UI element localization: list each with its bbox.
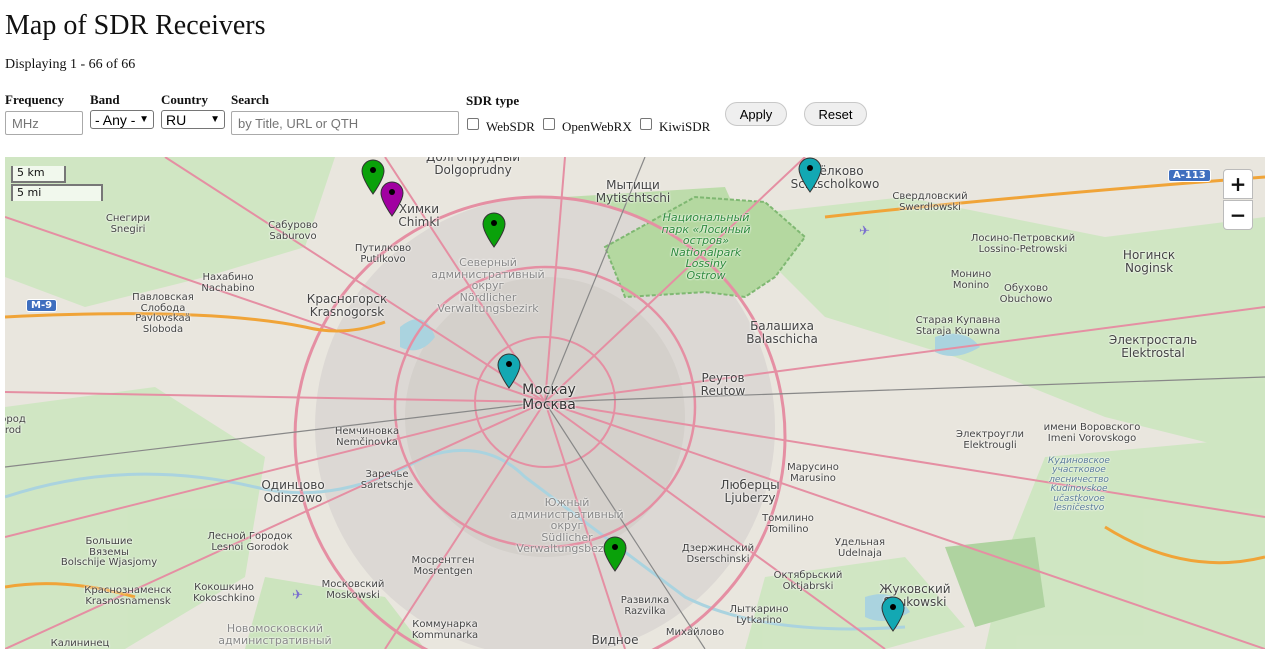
place-label: Снегири Snegiri <box>105 213 151 235</box>
kiwisdr-checkbox[interactable] <box>640 118 652 130</box>
sdr-type-label: SDR type <box>466 93 520 108</box>
sdr-marker-kiwisdr[interactable] <box>602 536 628 572</box>
place-label: Московский Moskowski <box>321 579 385 601</box>
search-label: Search <box>231 92 270 107</box>
place-label: Мосрентген Mosrentgen <box>411 555 475 577</box>
place-label: Красногорск Krasnogorsk <box>306 292 388 319</box>
place-label: Балашиха Balaschicha <box>746 319 818 346</box>
place-label: Томилино Tomilino <box>762 513 814 535</box>
place-label: Марусино Marusino <box>787 462 839 484</box>
place-label: Ногинск Noginsk <box>1122 248 1176 275</box>
reset-button[interactable]: Reset <box>804 102 867 126</box>
page-title: Map of SDR Receivers <box>5 10 266 41</box>
place-label: Старая Купавна Staraja Kupawna <box>915 315 1001 337</box>
place-label: Реутов Reutow <box>700 371 746 398</box>
sdr-marker-openwebrx[interactable] <box>496 353 522 389</box>
sdr-marker-openwebrx[interactable] <box>880 596 906 632</box>
place-label: Новомосковский административный <box>218 622 332 647</box>
chevron-down-icon: ▼ <box>139 114 149 125</box>
scale-km: 5 km <box>11 166 66 183</box>
airport-icon: ✈ <box>859 224 870 239</box>
place-label: Михайлово <box>665 627 725 638</box>
place-label: Лыткарино Lytkarino <box>729 604 789 626</box>
kiwisdr-checkbox-label: KiwiSDR <box>659 119 711 134</box>
place-label: Дзержинский Dserschinski <box>681 543 755 565</box>
place-label: Немчиновка Nemčinovka <box>334 426 400 448</box>
sdr-marker-openwebrx[interactable] <box>797 157 823 193</box>
place-label: Люберцы Ljuberzy <box>720 478 780 505</box>
openwebrx-checkbox[interactable] <box>543 118 555 130</box>
place-label: Видное <box>591 633 639 647</box>
search-input[interactable] <box>231 111 459 135</box>
place-label: Павловская Слобода Pavlovskaä Sloboda <box>132 292 194 335</box>
apply-button[interactable]: Apply <box>725 102 787 126</box>
place-label: Электросталь Elektrostal <box>1108 333 1198 360</box>
zoom-in-button[interactable]: + <box>1223 169 1253 199</box>
map-base-layer <box>5 157 1265 649</box>
place-label: Октябрьский Oktjabrski <box>773 570 843 592</box>
websdr-checkbox-label: WebSDR <box>486 119 535 134</box>
place-label: Северный административный округ Nördlich… <box>431 256 545 316</box>
place-label: Одинцово Odinzowo <box>261 478 325 505</box>
place-label: Калининец <box>50 638 110 649</box>
result-count: Displaying 1 - 66 of 66 <box>5 57 136 72</box>
place-label: Москау Москва <box>522 382 576 413</box>
place-label: Лесной Городок Lesnoi Gorodok <box>207 531 293 553</box>
place-label: Краснознаменск Krasnosnamensk <box>84 585 172 607</box>
map-view[interactable]: Долгопрудный Dolgoprudny Мытищи Mytischt… <box>5 157 1265 649</box>
band-select[interactable]: - Any - ▼ <box>90 110 154 129</box>
place-label: Свердловский Swerdlowski <box>892 191 968 213</box>
band-select-value: - Any - <box>95 111 136 128</box>
place-label: Долгопрудный Dolgoprudny <box>425 157 521 177</box>
place-label: Кокошкино Kokoschkino <box>193 582 255 604</box>
place-label: Электроугли Elektrougli <box>956 429 1024 451</box>
frequency-input[interactable] <box>5 111 83 135</box>
country-select-value: RU <box>166 111 187 128</box>
place-label: Путилково Putilkovo <box>354 243 412 265</box>
road-shield-m9: M-9 <box>26 299 58 312</box>
sdr-marker-kiwisdr[interactable] <box>481 212 507 248</box>
sdr-marker-websdr[interactable] <box>379 181 405 217</box>
place-label: Сабурово Saburovo <box>268 220 318 242</box>
place-label: Большие Вяземы Bolschije Wjasjomy <box>60 536 158 568</box>
place-label: ород rod <box>5 414 26 436</box>
zoom-out-button[interactable]: − <box>1223 200 1253 230</box>
place-label: Развилка Razvilka <box>620 595 670 617</box>
country-label: Country <box>161 92 208 107</box>
country-select[interactable]: RU ▼ <box>161 110 225 129</box>
road-shield-a113: A-113 <box>1168 169 1211 182</box>
place-label: Нахабино Nachabino <box>201 272 255 294</box>
place-label: Обухово Obuchowo <box>999 283 1053 305</box>
place-label: Монино Monino <box>950 269 992 291</box>
place-label: Мытищи Mytischtschi <box>595 178 671 205</box>
websdr-checkbox[interactable] <box>467 118 479 130</box>
band-label: Band <box>90 92 120 107</box>
openwebrx-checkbox-label: OpenWebRX <box>562 119 632 134</box>
place-label: Коммунарка Kommunarka <box>411 619 479 641</box>
place-label: Кудиновское участковое лесничество Kudin… <box>1048 456 1110 514</box>
place-label: Лосино-Петровский Lossino-Petrowski <box>970 233 1076 255</box>
airport-icon: ✈ <box>292 588 303 603</box>
place-label: Национальный парк «Лосиный остров» Natio… <box>661 211 751 282</box>
frequency-label: Frequency <box>5 92 64 107</box>
place-label: имени Воровского Imeni Vorovskogo <box>1043 422 1141 444</box>
chevron-down-icon: ▼ <box>210 114 220 125</box>
scale-mi: 5 mi <box>11 184 103 201</box>
place-label: Заречье Saretschje <box>360 469 414 491</box>
place-label: Удельная Udelnaja <box>834 537 886 559</box>
